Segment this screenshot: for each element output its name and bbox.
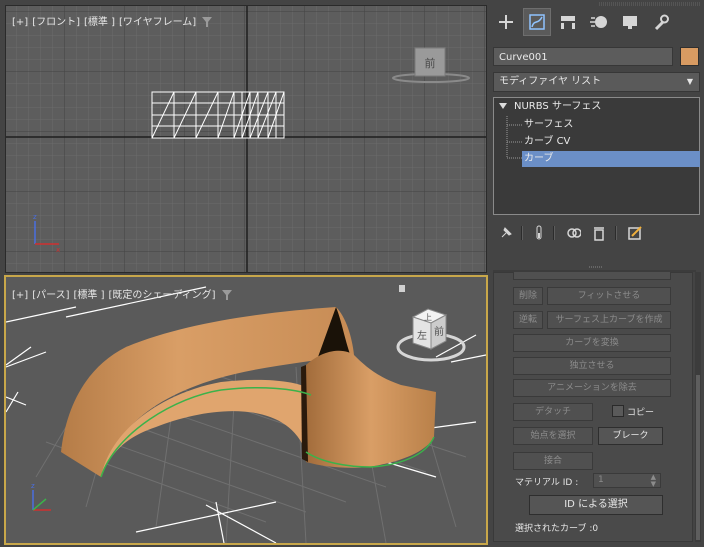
viewcube-left-label: 左 — [417, 329, 427, 342]
remove-animation-button[interactable]: アニメーションを除去 — [513, 379, 671, 397]
stack-root-nurbs-surface[interactable]: NURBS サーフェス — [514, 99, 601, 115]
nurbs-surface[interactable] — [61, 307, 436, 478]
display-tab[interactable] — [616, 8, 644, 36]
motion-icon — [590, 16, 607, 28]
utilities-icon — [654, 14, 669, 31]
detach-button[interactable]: デタッチ — [513, 403, 593, 421]
delete-button[interactable]: 削除 — [513, 287, 543, 305]
fit-button[interactable]: フィットさせる — [547, 287, 671, 305]
viewport-quality-label[interactable]: [標準 ] — [84, 17, 115, 28]
modifier-list-label: モディファイヤ リスト — [499, 76, 602, 87]
create-tab[interactable] — [492, 8, 520, 36]
selected-curves-status: 選択されたカーブ :0 — [515, 524, 599, 534]
front-viewport-label[interactable]: [+] [フロント] [標準 ] [ワイヤフレーム] — [12, 13, 213, 28]
make-independent-button[interactable]: 独立させる — [513, 357, 671, 375]
perspective-scene: z 上 左 前 — [6, 285, 486, 543]
stack-item-surface[interactable]: サーフェス — [524, 117, 573, 133]
viewcube-perspective[interactable]: 上 左 前 — [396, 285, 466, 362]
remove-modifier-icon[interactable] — [591, 225, 607, 241]
svg-text:z: z — [33, 213, 37, 221]
svg-text:z: z — [31, 482, 35, 490]
stack-item-curve[interactable]: カーブ — [522, 151, 700, 167]
viewport-shading-label[interactable]: [ワイヤフレーム] — [119, 17, 196, 28]
hierarchy-icon — [561, 16, 575, 29]
reverse-button[interactable]: 逆転 — [513, 311, 543, 329]
copy-label: コピー — [627, 408, 655, 418]
copy-checkbox[interactable] — [612, 405, 624, 417]
stack-item-curve-cv[interactable]: カーブ CV — [524, 134, 570, 150]
hierarchy-tab[interactable] — [554, 8, 582, 36]
modifier-list-dropdown[interactable]: モディファイヤ リスト ▼ — [493, 72, 700, 92]
spinner-arrows-icon[interactable]: ▲ ▼ — [651, 474, 656, 488]
perspective-viewport-label[interactable]: [+] [パース] [標準 ] [既定のシェーディング] — [12, 286, 232, 301]
select-first-vertex-button[interactable]: 始点を選択 — [513, 427, 593, 445]
pin-stack-icon[interactable] — [498, 225, 514, 241]
viewport-view-label[interactable]: [フロント] — [32, 17, 80, 28]
command-panel: Curve001 モディファイヤ リスト ▼ NURBS サーフェス サーフェス… — [489, 0, 704, 547]
rollout-top-button — [513, 272, 671, 280]
stack-toolbar — [489, 222, 704, 246]
rollout-grip[interactable] — [589, 265, 603, 269]
viewcube-face-label: 前 — [425, 56, 436, 70]
join-button[interactable]: 接合 — [513, 452, 593, 470]
convert-curve-button[interactable]: カーブを変換 — [513, 334, 671, 352]
viewcube-top-label: 上 — [424, 313, 432, 322]
front-viewport[interactable]: z x 前 [+] [フロント] [標準 ] [ワイヤフレーム] — [5, 5, 487, 273]
utilities-tab[interactable] — [647, 8, 675, 36]
perspective-viewport[interactable]: z 上 左 前 [+] [パース] [標準 ] [既定のシェーディング] — [4, 275, 488, 545]
material-id-label: マテリアル ID : — [515, 478, 579, 488]
svg-text:x: x — [56, 246, 60, 254]
viewport-menu-plus[interactable]: [+] — [12, 290, 28, 301]
configure-sets-icon[interactable] — [627, 225, 643, 241]
object-color-swatch[interactable] — [680, 47, 699, 66]
create-icon — [499, 15, 513, 29]
viewcube-front-label: 前 — [434, 325, 444, 338]
make-unique-icon[interactable] — [565, 225, 581, 241]
viewport-quality-label[interactable]: [標準 ] — [74, 290, 105, 301]
material-id-spinner[interactable]: 1 ▲ ▼ — [593, 473, 661, 488]
object-name-field[interactable]: Curve001 — [493, 47, 673, 66]
chevron-down-icon: ▼ — [686, 77, 693, 86]
front-grid: z x 前 — [6, 6, 486, 272]
material-id-value: 1 — [598, 475, 604, 485]
filter-icon[interactable] — [221, 290, 232, 300]
viewport-shading-label[interactable]: [既定のシェーディング] — [108, 290, 215, 301]
viewport-view-label[interactable]: [パース] — [32, 290, 69, 301]
make-surface-curve-button[interactable]: サーフェス上カーブを作成 — [547, 311, 671, 329]
modify-tab[interactable] — [523, 8, 551, 36]
viewport-menu-plus[interactable]: [+] — [12, 17, 28, 28]
panel-scrollbar-thumb[interactable] — [696, 375, 700, 540]
filter-icon[interactable] — [202, 17, 213, 27]
display-icon — [623, 16, 637, 29]
modify-icon — [529, 14, 545, 30]
panel-grip — [599, 2, 701, 6]
break-button[interactable]: ブレーク — [598, 427, 663, 445]
select-by-id-button[interactable]: ID による選択 — [529, 495, 663, 515]
home-icon — [399, 285, 405, 292]
command-tabs — [489, 8, 704, 40]
motion-tab[interactable] — [585, 8, 613, 36]
show-end-result-icon[interactable] — [531, 225, 547, 241]
axis-tripod-perspective: z — [31, 482, 51, 511]
modifier-stack[interactable]: NURBS サーフェス サーフェス カーブ CV カーブ — [493, 97, 700, 215]
